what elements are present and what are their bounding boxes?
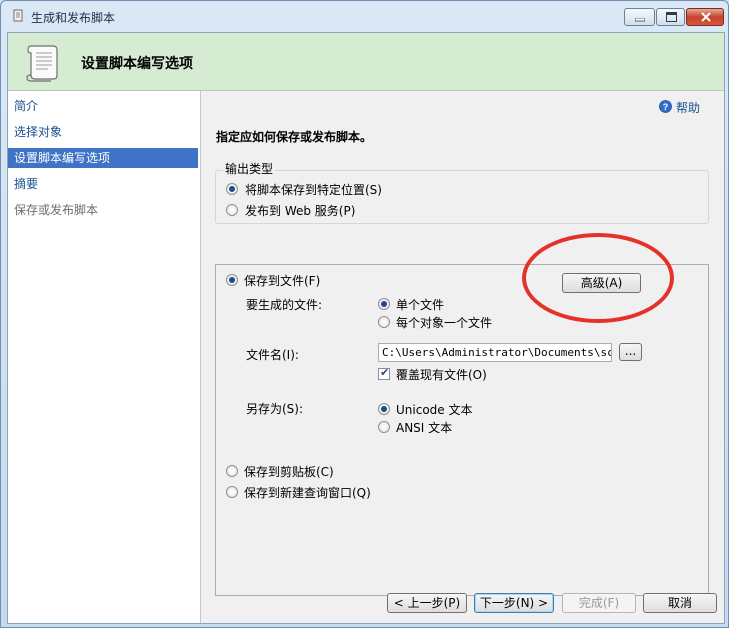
- page-header: 设置脚本编写选项: [8, 33, 724, 91]
- step-choose-objects[interactable]: 选择对象: [8, 122, 198, 142]
- step-scripting-options[interactable]: 设置脚本编写选项: [8, 148, 198, 168]
- single-file-radio[interactable]: [378, 298, 390, 310]
- save-to-location-label[interactable]: 将脚本保存到特定位置(S): [245, 181, 382, 198]
- wizard-content: ? 帮助 指定应如何保存或发布脚本。 输出类型 将脚本保存到特定位置(S) 发布…: [201, 91, 724, 623]
- save-to-clipboard-radio[interactable]: [226, 465, 238, 477]
- wizard-steps: 简介 选择对象 设置脚本编写选项 摘要 保存或发布脚本: [8, 91, 201, 623]
- ansi-text-radio[interactable]: [378, 421, 390, 433]
- maximize-button[interactable]: [656, 8, 685, 26]
- previous-button[interactable]: < 上一步(P): [387, 593, 467, 613]
- save-to-clipboard-label[interactable]: 保存到剪贴板(C): [244, 463, 334, 480]
- help-label: 帮助: [676, 101, 701, 115]
- save-to-query-window-radio[interactable]: [226, 486, 238, 498]
- dialog-window: 生成和发布脚本 设置脚本编写选项 简介 选择对象 设置脚本编写选项 摘要 保存或…: [0, 0, 729, 628]
- file-per-object-label[interactable]: 每个对象一个文件: [396, 314, 492, 331]
- help-icon: ?: [659, 100, 672, 113]
- save-to-location-radio[interactable]: [226, 183, 238, 195]
- overwrite-label[interactable]: 覆盖现有文件(O): [396, 366, 487, 383]
- close-icon: [701, 12, 711, 22]
- step-summary[interactable]: 摘要: [8, 174, 198, 194]
- checkmark-icon: ✔: [380, 366, 390, 379]
- title-bar[interactable]: 生成和发布脚本: [1, 1, 728, 31]
- instruction-text: 指定应如何保存或发布脚本。: [216, 130, 373, 144]
- save-options-panel: 保存到文件(F) 高级(A) 要生成的文件: 单个文件 每个对象一个文件 文件名…: [215, 264, 709, 596]
- save-to-query-window-label[interactable]: 保存到新建查询窗口(Q): [244, 484, 371, 501]
- unicode-text-label[interactable]: Unicode 文本: [396, 401, 472, 418]
- script-scroll-icon: [26, 45, 58, 82]
- maximize-icon: [666, 12, 677, 22]
- step-introduction[interactable]: 简介: [8, 96, 198, 116]
- step-save-or-publish: 保存或发布脚本: [14, 203, 99, 217]
- files-to-generate-label: 要生成的文件:: [246, 298, 323, 312]
- minimize-button[interactable]: [624, 8, 655, 26]
- publish-web-service-radio[interactable]: [226, 204, 238, 216]
- publish-web-service-label[interactable]: 发布到 Web 服务(P): [245, 202, 355, 219]
- svg-text:?: ?: [663, 102, 669, 112]
- file-name-label: 文件名(I):: [246, 348, 299, 362]
- advanced-button[interactable]: 高级(A): [562, 273, 641, 293]
- close-button[interactable]: [686, 8, 724, 26]
- window-title: 生成和发布脚本: [31, 11, 116, 25]
- minimize-icon: [635, 18, 645, 22]
- file-name-input[interactable]: C:\Users\Administrator\Documents\script.…: [378, 343, 612, 362]
- dialog-client: 设置脚本编写选项 简介 选择对象 设置脚本编写选项 摘要 保存或发布脚本 ? 帮…: [7, 32, 725, 624]
- output-type-legend: 输出类型: [223, 160, 276, 177]
- overwrite-checkbox[interactable]: ✔: [378, 366, 390, 380]
- file-per-object-radio[interactable]: [378, 316, 390, 328]
- next-button[interactable]: 下一步(N) >: [474, 593, 554, 613]
- unicode-text-radio[interactable]: [378, 403, 390, 415]
- save-as-label: 另存为(S):: [246, 402, 304, 416]
- browse-button[interactable]: ...: [619, 343, 642, 361]
- save-to-file-label[interactable]: 保存到文件(F): [244, 272, 320, 289]
- page-title: 设置脚本编写选项: [81, 56, 193, 72]
- save-to-file-radio[interactable]: [226, 274, 238, 286]
- single-file-label[interactable]: 单个文件: [396, 296, 444, 313]
- cancel-button[interactable]: 取消: [643, 593, 717, 613]
- finish-button: 完成(F): [562, 593, 636, 613]
- ansi-text-label[interactable]: ANSI 文本: [396, 419, 452, 436]
- script-app-icon: [13, 9, 23, 22]
